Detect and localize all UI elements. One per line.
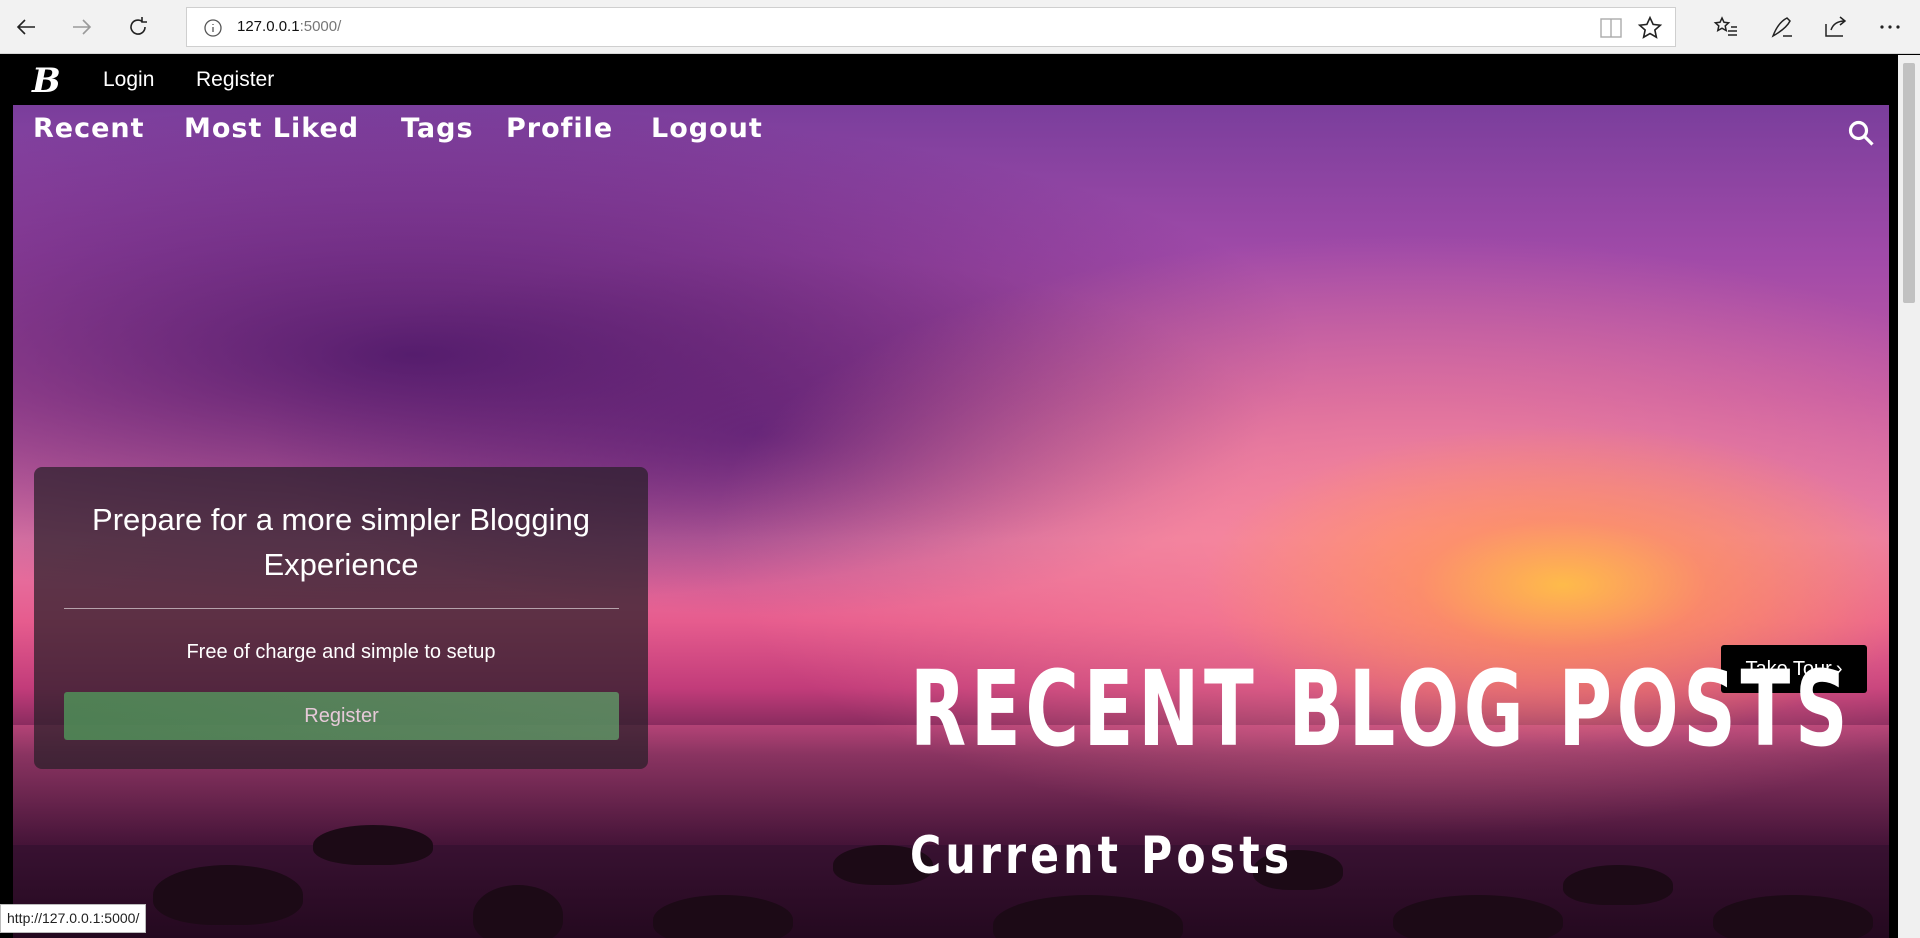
rock-shape (1713, 895, 1873, 938)
share-button[interactable] (1816, 7, 1856, 47)
favorite-star-icon[interactable] (1637, 15, 1663, 41)
card-divider (64, 608, 619, 609)
site-logo[interactable]: B (32, 61, 61, 101)
page-viewport: B Login Register Recent Most Liked Tags … (0, 55, 1920, 938)
back-arrow-icon (16, 19, 35, 35)
menu-item-recent[interactable]: Recent (33, 113, 145, 144)
refresh-button[interactable] (118, 7, 158, 47)
link-status-tooltip: http://127.0.0.1:5000/ (0, 904, 147, 933)
search-icon[interactable] (1847, 119, 1875, 147)
back-button[interactable] (6, 7, 46, 47)
signup-promo-card: Prepare for a more simpler Blogging Expe… (34, 467, 648, 769)
menu-item-logout[interactable]: Logout (651, 113, 763, 144)
url-path: :5000/ (299, 18, 342, 35)
promo-title: Prepare for a more simpler Blogging Expe… (92, 502, 590, 582)
login-link[interactable]: Login (103, 68, 154, 92)
more-dots-icon (1880, 25, 1900, 29)
pen-icon (1771, 17, 1792, 38)
url-text[interactable]: 127.0.0.1:5000/ (237, 18, 341, 35)
url-host: 127.0.0.1 (237, 18, 300, 35)
scrollbar-thumb[interactable] (1903, 63, 1915, 303)
forward-arrow-icon (73, 19, 92, 35)
rock-shape (313, 825, 433, 865)
register-link[interactable]: Register (196, 68, 274, 92)
hero-subheadline: Current Posts (910, 826, 1294, 886)
hero-banner: Recent Most Liked Tags Profile Logout Pr… (13, 105, 1889, 938)
menu-item-tags[interactable]: Tags (401, 113, 474, 144)
rock-shape (1563, 865, 1673, 905)
site-topbar: B Login Register (0, 55, 1898, 105)
rock-shape (473, 885, 563, 938)
more-button[interactable] (1870, 7, 1910, 47)
rock-shape (993, 895, 1183, 938)
rock-shape (1393, 895, 1563, 938)
info-icon[interactable] (203, 18, 223, 38)
page-scrollbar[interactable] (1898, 55, 1920, 938)
favorites-hub-button[interactable] (1706, 7, 1746, 47)
rock-shape (153, 865, 303, 925)
rock-shape (653, 895, 793, 938)
menu-item-profile[interactable]: Profile (506, 113, 613, 144)
address-bar[interactable]: 127.0.0.1:5000/ (186, 7, 1676, 47)
web-note-button[interactable] (1762, 7, 1802, 47)
menu-item-most-liked[interactable]: Most Liked (184, 113, 359, 144)
share-icon (1825, 16, 1847, 37)
hero-headline: RECENT BLOG POSTS (910, 648, 1853, 770)
refresh-icon (130, 17, 147, 35)
reading-view-icon[interactable] (1599, 17, 1623, 39)
promo-subtitle: Free of charge and simple to setup (186, 641, 496, 663)
register-button[interactable]: Register (64, 692, 619, 740)
forward-button[interactable] (62, 7, 102, 47)
favorites-list-icon (1713, 16, 1737, 36)
browser-toolbar: 127.0.0.1:5000/ (0, 0, 1920, 54)
